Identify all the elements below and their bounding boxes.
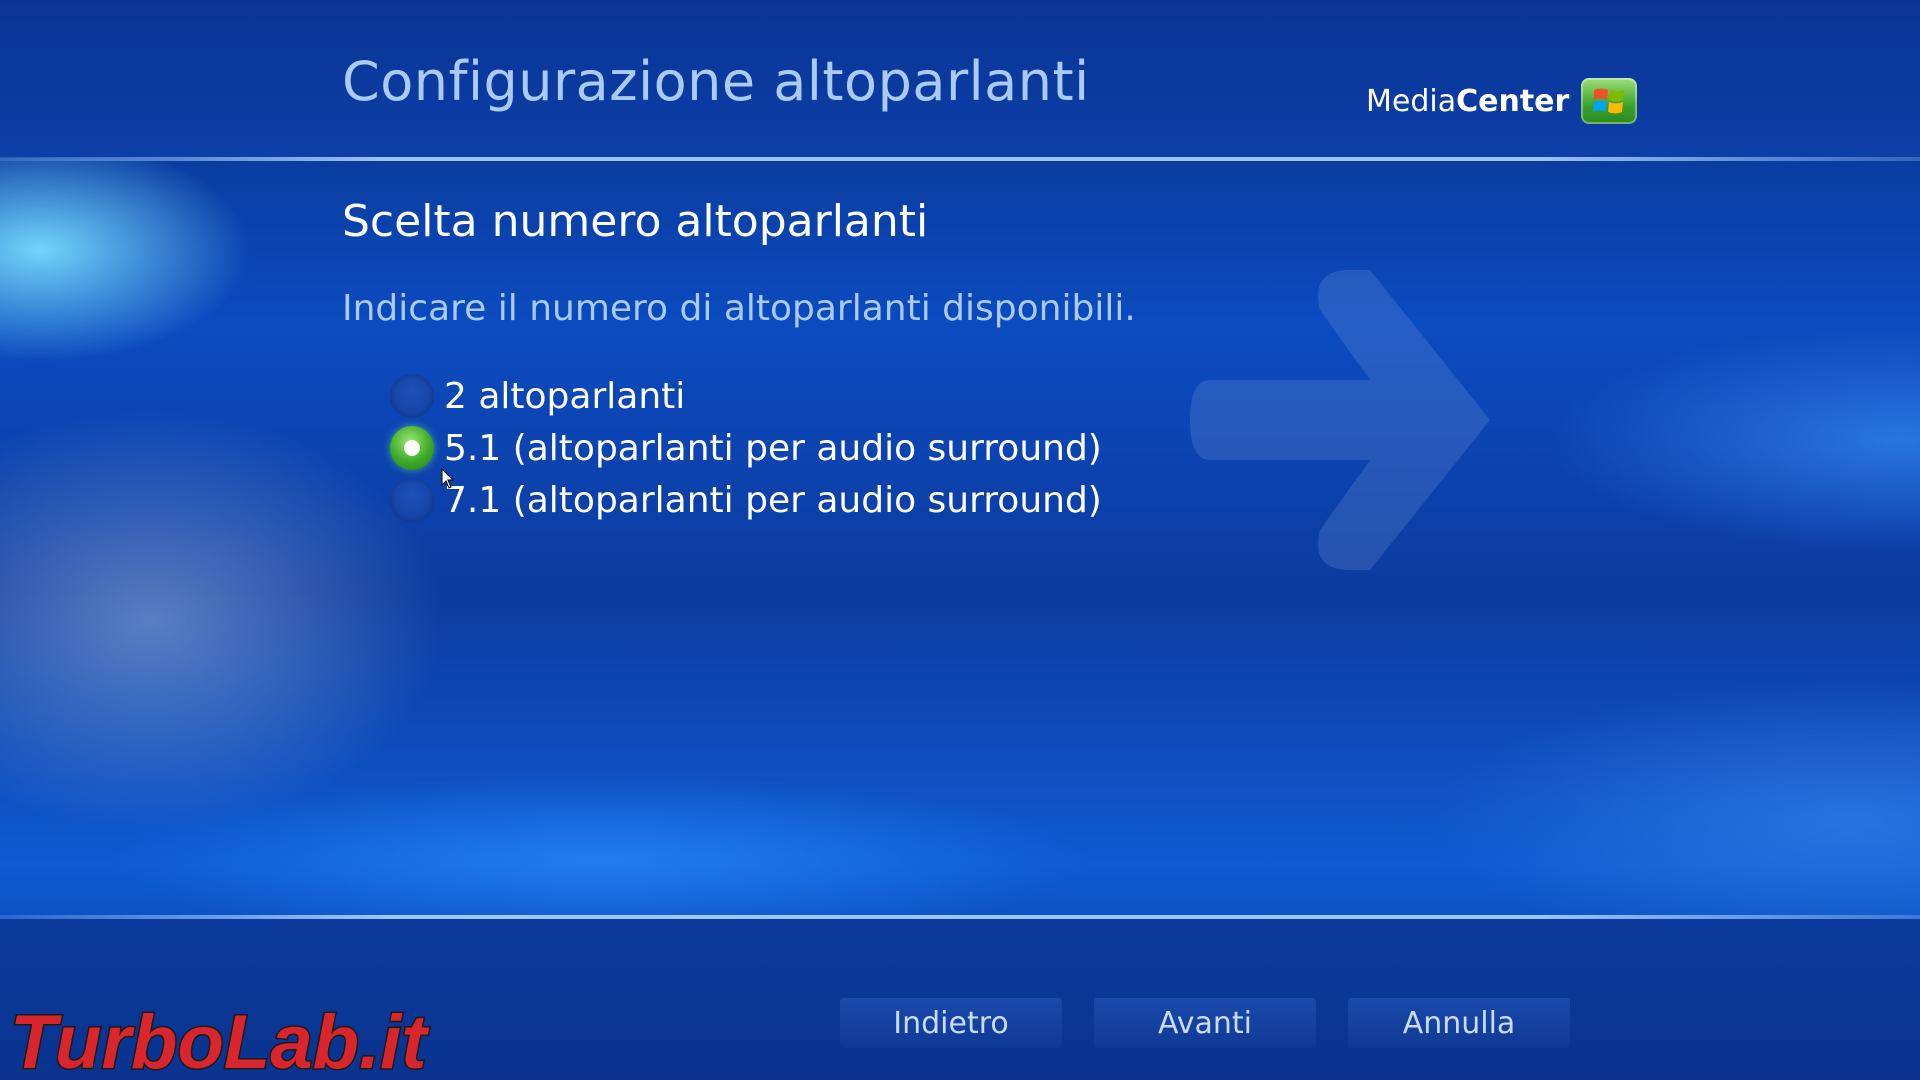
arrow-right-icon — [1190, 270, 1490, 570]
navigation-buttons: Indietro Avanti Annulla — [840, 998, 1602, 1048]
option-label: 7.1 (altoparlanti per audio surround) — [444, 479, 1102, 521]
instruction-text: Indicare il numero di altoparlanti dispo… — [342, 288, 1136, 329]
option-label: 5.1 (altoparlanti per audio surround) — [444, 427, 1102, 469]
back-button[interactable]: Indietro — [840, 998, 1062, 1048]
radio-button[interactable] — [390, 478, 434, 522]
option-2-speakers[interactable]: 2 altoparlanti — [390, 370, 1102, 422]
page-title: Configurazione altoparlanti — [342, 50, 1090, 113]
media-center-logo: MediaCenter — [1366, 78, 1638, 124]
radio-button-selected[interactable] — [390, 426, 434, 470]
cancel-button[interactable]: Annulla — [1348, 998, 1570, 1048]
radio-button[interactable] — [390, 374, 434, 418]
speaker-options: 2 altoparlanti 5.1 (altoparlanti per aud… — [390, 370, 1102, 526]
background: Configurazione altoparlanti MediaCenter … — [0, 0, 1920, 1080]
option-7-1-surround[interactable]: 7.1 (altoparlanti per audio surround) — [390, 474, 1102, 526]
option-5-1-surround[interactable]: 5.1 (altoparlanti per audio surround) — [390, 422, 1102, 474]
mouse-cursor-icon — [441, 468, 455, 489]
logo-text: MediaCenter — [1366, 83, 1570, 119]
section-title: Scelta numero altoparlanti — [342, 196, 929, 247]
option-label: 2 altoparlanti — [444, 375, 686, 417]
header-divider — [0, 157, 1920, 161]
svg-text:TurboLab.it: TurboLab.it — [10, 1000, 429, 1080]
turbolab-watermark: TurboLab.it — [9, 999, 431, 1080]
next-button[interactable]: Avanti — [1094, 998, 1316, 1048]
windows-flag-icon — [1581, 78, 1638, 124]
